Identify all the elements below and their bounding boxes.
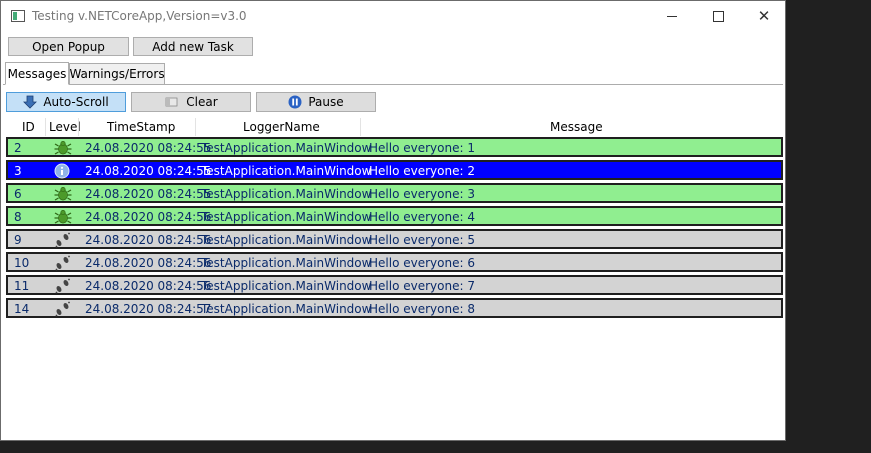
eraser-icon <box>165 97 178 107</box>
cell-id: 11 <box>14 279 30 293</box>
cell-message: Hello everyone: 1 <box>369 141 475 155</box>
table-row[interactable]: 9 24.08.2020 08:24:56 TestApplication.Main… <box>6 229 783 249</box>
cell-id: 2 <box>14 141 22 155</box>
cell-timestamp: 24.08.2020 08:24:56 <box>85 233 212 247</box>
cell-loggername: TestApplication.MainWindow <box>201 256 372 270</box>
app-window: Testing v.NETCoreApp,Version=v3.0 ✕ Open… <box>0 0 786 441</box>
cell-loggername: TestApplication.MainWindow <box>201 233 372 247</box>
footprint-icon <box>54 255 72 271</box>
bug-icon <box>54 186 72 202</box>
cell-loggername: TestApplication.MainWindow <box>201 279 372 293</box>
window-title: Testing v.NETCoreApp,Version=v3.0 <box>32 9 247 23</box>
table-row[interactable]: 10 24.08.2020 08:24:56 TestApplication.Mai… <box>6 252 783 272</box>
cell-loggername: TestApplication.MainWindow <box>201 164 372 178</box>
auto-scroll-label: Auto-Scroll <box>43 95 109 109</box>
clear-button[interactable]: Clear <box>131 92 251 112</box>
info-icon <box>54 163 72 179</box>
footprint-icon <box>54 301 72 317</box>
cell-loggername: TestApplication.MainWindow <box>201 302 372 316</box>
cell-timestamp: 24.08.2020 08:24:55 <box>85 187 212 201</box>
table-row[interactable]: 8 24.08.2020 08:24:56 TestApplication.Main… <box>6 206 783 226</box>
cell-id: 10 <box>14 256 30 270</box>
cell-timestamp: 24.08.2020 08:24:57 <box>85 302 212 316</box>
column-header-level[interactable]: Level <box>49 120 81 134</box>
cell-timestamp: 24.08.2020 08:24:56 <box>85 279 212 293</box>
grid-header: ID Level TimeStamp LoggerName Message <box>1 118 785 136</box>
footprint-icon <box>54 278 72 294</box>
clear-label: Clear <box>186 95 218 109</box>
cell-message: Hello everyone: 8 <box>369 302 475 316</box>
title-bar: Testing v.NETCoreApp,Version=v3.0 ✕ <box>1 1 785 32</box>
column-header-timestamp[interactable]: TimeStamp <box>107 120 175 134</box>
table-row[interactable]: 6 24.08.2020 08:24:55 TestApplication.Main… <box>6 183 783 203</box>
cell-timestamp: 24.08.2020 08:24:56 <box>85 210 212 224</box>
arrow-down-icon <box>23 95 38 109</box>
table-row[interactable]: 3 24.08.2020 08:24:55 TestApplication.Main… <box>6 160 783 180</box>
auto-scroll-button[interactable]: Auto-Scroll <box>6 92 126 112</box>
cell-loggername: TestApplication.MainWindow <box>201 141 372 155</box>
minimize-icon <box>667 16 677 17</box>
tab-warnings-errors[interactable]: Warnings/Errors <box>69 63 165 85</box>
maximize-icon <box>712 11 724 22</box>
column-header-loggername[interactable]: LoggerName <box>243 120 320 134</box>
close-icon: ✕ <box>757 7 771 25</box>
maximize-button[interactable] <box>695 1 741 32</box>
cell-timestamp: 24.08.2020 08:24:56 <box>85 256 212 270</box>
bug-icon <box>54 140 72 156</box>
pause-label: Pause <box>308 95 344 109</box>
cell-message: Hello everyone: 6 <box>369 256 475 270</box>
cell-timestamp: 24.08.2020 08:24:55 <box>85 141 212 155</box>
table-row[interactable]: 14 24.08.2020 08:24:57 TestApplication.Mai… <box>6 298 783 318</box>
cell-id: 3 <box>14 164 22 178</box>
tab-divider <box>3 84 783 85</box>
cell-loggername: TestApplication.MainWindow <box>201 210 372 224</box>
cell-message: Hello everyone: 7 <box>369 279 475 293</box>
table-row[interactable]: 2 24.08.2020 08:24:55 TestApplication.Main… <box>6 137 783 157</box>
cell-timestamp: 24.08.2020 08:24:55 <box>85 164 212 178</box>
minimize-button[interactable] <box>649 1 695 32</box>
cell-message: Hello everyone: 2 <box>369 164 475 178</box>
bug-icon <box>54 209 72 225</box>
cell-id: 6 <box>14 187 22 201</box>
cell-id: 14 <box>14 302 30 316</box>
cell-id: 9 <box>14 233 22 247</box>
app-icon <box>11 10 25 22</box>
open-popup-button[interactable]: Open Popup <box>8 37 129 56</box>
pause-button[interactable]: Pause <box>256 92 376 112</box>
table-row[interactable]: 11 24.08.2020 08:24:56 TestApplication.Mai… <box>6 275 783 295</box>
pause-icon <box>288 95 302 109</box>
column-header-id[interactable]: ID <box>22 120 35 134</box>
cell-message: Hello everyone: 5 <box>369 233 475 247</box>
add-new-task-button[interactable]: Add new Task <box>133 37 253 56</box>
column-header-message[interactable]: Message <box>550 120 603 134</box>
cell-message: Hello everyone: 4 <box>369 210 475 224</box>
cell-loggername: TestApplication.MainWindow <box>201 187 372 201</box>
close-button[interactable]: ✕ <box>741 1 787 32</box>
cell-id: 8 <box>14 210 22 224</box>
tab-messages[interactable]: Messages <box>5 62 69 85</box>
footprint-icon <box>54 232 72 248</box>
cell-message: Hello everyone: 3 <box>369 187 475 201</box>
